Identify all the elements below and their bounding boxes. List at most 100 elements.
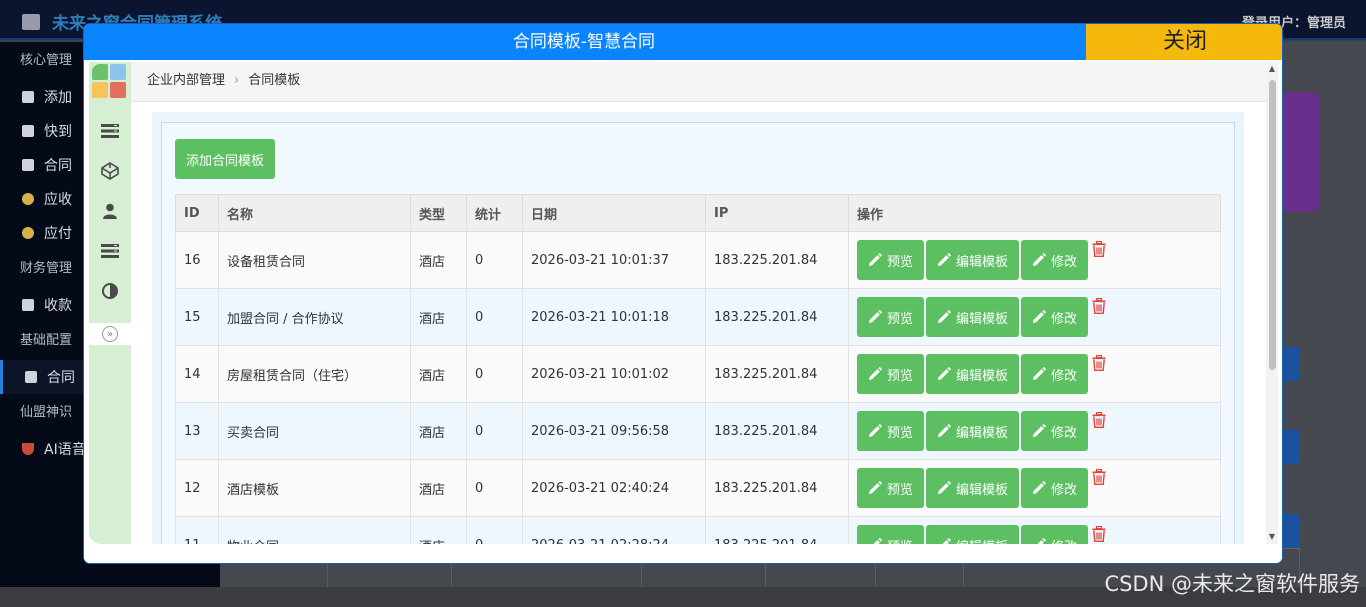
pencil-icon — [937, 253, 951, 267]
pencil-icon — [1032, 424, 1046, 438]
close-button[interactable]: 关闭 — [1086, 24, 1282, 60]
column-header: 名称 — [218, 194, 411, 232]
scrollbar[interactable]: ▲ ▼ — [1266, 62, 1278, 544]
trash-icon[interactable] — [1092, 525, 1106, 544]
breadcrumb-item: 合同模板 — [248, 73, 301, 88]
modify-button[interactable]: 修改 — [1021, 468, 1089, 508]
edit-template-button[interactable]: 编辑模板 — [926, 240, 1020, 280]
cell-count: 0 — [466, 231, 523, 289]
app-logo-icon — [92, 64, 128, 100]
button-label: 修改 — [1051, 536, 1077, 545]
cell-type: 酒店 — [410, 402, 467, 460]
contract-template-modal: 合同模板-智慧合同 关闭 » 企业内部管理 › 合同模板 添加合同模板 ID 名… — [83, 23, 1283, 564]
sidebar-item-label: 合同 — [44, 158, 72, 174]
cell-ip: 183.225.201.84 — [705, 288, 849, 346]
trash-icon[interactable] — [1092, 411, 1106, 432]
cell-actions: 预览 编辑模板 修改 — [848, 288, 1221, 346]
server-icon[interactable] — [101, 242, 119, 260]
modify-button[interactable]: 修改 — [1021, 297, 1089, 337]
button-label: 预览 — [887, 368, 914, 384]
money-icon — [22, 227, 34, 239]
cell-actions: 预览 编辑模板 修改 — [848, 402, 1221, 460]
contrast-icon[interactable] — [101, 282, 119, 300]
column-header: 类型 — [410, 194, 467, 232]
preview-button[interactable]: 预览 — [857, 240, 925, 280]
button-label: 编辑模板 — [956, 311, 1009, 327]
modify-button[interactable]: 修改 — [1021, 354, 1089, 394]
edit-template-button[interactable]: 编辑模板 — [926, 525, 1020, 544]
button-label: 预览 — [887, 482, 914, 498]
scroll-thumb[interactable] — [1269, 80, 1276, 370]
column-header: IP — [705, 194, 849, 232]
modify-button[interactable]: 修改 — [1021, 411, 1089, 451]
sidebar-item-label: 应收 — [44, 192, 72, 208]
modify-button[interactable]: 修改 — [1021, 525, 1089, 545]
codepen-icon[interactable] — [101, 162, 119, 180]
user-icon[interactable] — [101, 202, 119, 220]
button-label: 修改 — [1051, 254, 1078, 270]
cell-id: 12 — [175, 459, 219, 517]
content-frame: 企业内部管理 › 合同模板 添加合同模板 ID 名称 类型 统计 日期 IP 操… — [131, 62, 1267, 544]
cell-actions: 预览 编辑模板 修改 — [848, 459, 1221, 517]
edit-template-button[interactable]: 编辑模板 — [926, 354, 1020, 394]
add-template-button[interactable]: 添加合同模板 — [175, 139, 276, 179]
chevron-double-right-icon: » — [102, 326, 118, 342]
cell-actions: 预览 编辑模板 修改 — [848, 516, 1221, 545]
cell-ip: 183.225.201.84 — [705, 345, 849, 403]
sidebar-item-label: 添加 — [44, 90, 72, 106]
cell-id: 11 — [175, 516, 219, 544]
doc-icon — [22, 299, 34, 311]
doc-icon — [22, 125, 34, 137]
pencil-icon — [937, 538, 951, 544]
button-label: 预览 — [887, 254, 914, 270]
rail-expand-toggle[interactable]: » — [89, 322, 131, 346]
table-row: 14 房屋租赁合同（住宅） 酒店 0 2026-03-21 10:01:02 183.22… — [175, 345, 1221, 403]
modal-body: » 企业内部管理 › 合同模板 添加合同模板 ID 名称 类型 统计 日期 IP… — [84, 60, 1282, 563]
trash-icon[interactable] — [1092, 468, 1106, 489]
sidebar-item-label: 收款 — [44, 298, 72, 314]
button-label: 修改 — [1051, 368, 1078, 384]
button-label: 预览 — [887, 536, 913, 545]
cell-type: 酒店 — [410, 288, 467, 346]
cell-name: 加盟合同 / 合作协议 — [218, 288, 411, 346]
edit-template-button[interactable]: 编辑模板 — [926, 297, 1020, 337]
money-icon — [22, 193, 34, 205]
modify-button[interactable]: 修改 — [1021, 240, 1089, 280]
preview-button[interactable]: 预览 — [857, 468, 925, 508]
pencil-icon — [1032, 481, 1046, 495]
modal-title: 合同模板-智慧合同 — [512, 32, 656, 52]
server-icon[interactable] — [101, 122, 119, 140]
table-row: 15 加盟合同 / 合作协议 酒店 0 2026-03-21 10:01:18 183.2… — [175, 288, 1221, 346]
scroll-down-icon[interactable]: ▼ — [1266, 530, 1278, 544]
chevron-right-icon: › — [234, 73, 240, 88]
pencil-icon — [937, 367, 951, 381]
edit-template-button[interactable]: 编辑模板 — [926, 411, 1020, 451]
cell-type: 酒店 — [410, 516, 467, 544]
pencil-icon — [1032, 367, 1046, 381]
edit-template-button[interactable]: 编辑模板 — [926, 468, 1020, 508]
preview-button[interactable]: 预览 — [857, 354, 925, 394]
brand-logo-icon — [22, 13, 40, 30]
chart-icon — [22, 91, 34, 103]
preview-button[interactable]: 预览 — [857, 411, 925, 451]
cell-name: 设备租赁合同 — [218, 231, 411, 289]
scroll-up-icon[interactable]: ▲ — [1266, 62, 1278, 76]
trash-icon[interactable] — [1092, 240, 1106, 261]
trash-icon[interactable] — [1092, 354, 1106, 375]
cell-type: 酒店 — [410, 345, 467, 403]
table-row: 16 设备租赁合同 酒店 0 2026-03-21 10:01:37 183.225.20… — [175, 231, 1221, 289]
trash-icon[interactable] — [1092, 297, 1106, 318]
cell-count: 0 — [466, 516, 523, 544]
preview-button[interactable]: 预览 — [857, 525, 925, 545]
cell-date: 2026-03-21 09:56:58 — [522, 402, 706, 460]
table-row: 12 酒店模板 酒店 0 2026-03-21 02:40:24 183.225.201.… — [175, 459, 1221, 517]
icon-rail: » — [89, 62, 131, 544]
cell-name: 房屋租赁合同（住宅） — [218, 345, 411, 403]
template-panel: 添加合同模板 ID 名称 类型 统计 日期 IP 操作 16 设备租赁合同 酒店… — [161, 122, 1235, 544]
cell-actions: 预览 编辑模板 修改 — [848, 231, 1221, 289]
table-row: 11物业合同酒店02026-03-21 02:28:24183.225.201.… — [175, 516, 1221, 545]
column-header: ID — [175, 194, 219, 232]
preview-button[interactable]: 预览 — [857, 297, 925, 337]
button-label: 预览 — [887, 311, 914, 327]
breadcrumb-item[interactable]: 企业内部管理 — [147, 73, 225, 88]
